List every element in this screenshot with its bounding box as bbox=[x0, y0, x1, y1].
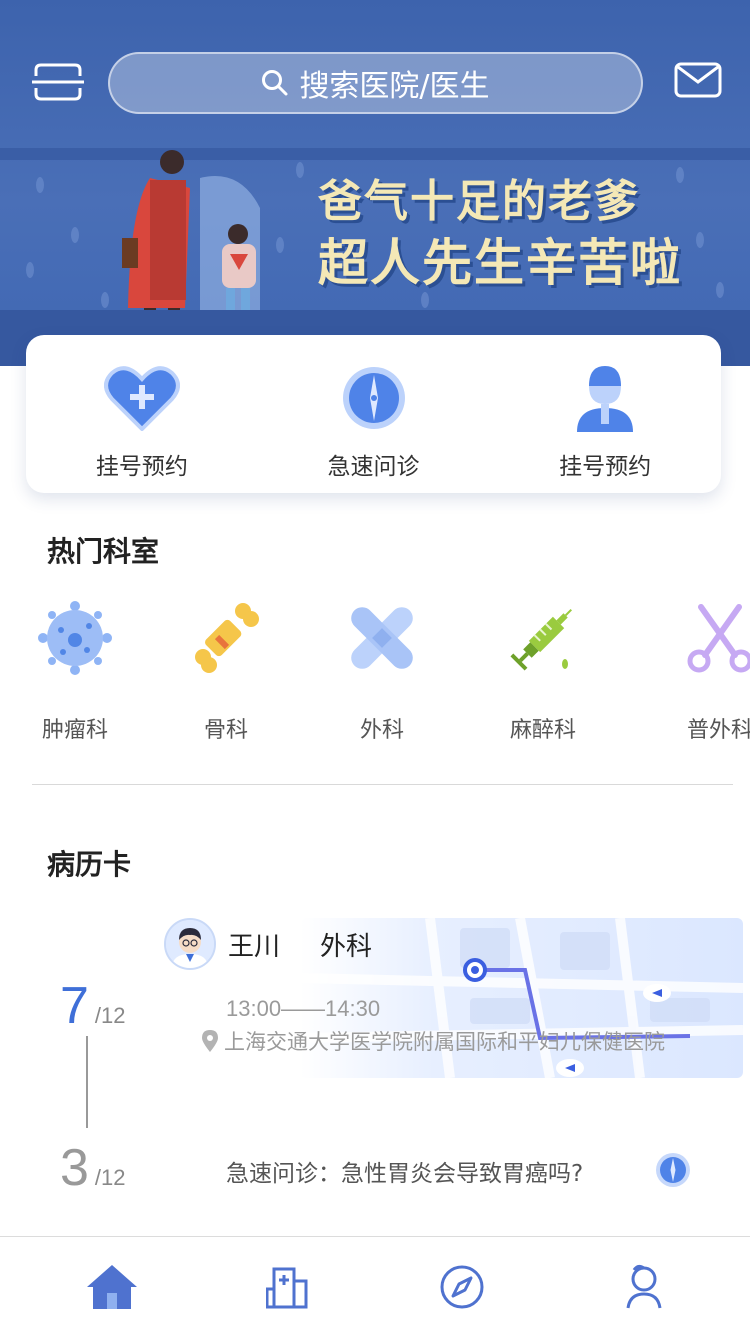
dept-label: 麻醉科 bbox=[509, 718, 576, 743]
mail-icon[interactable] bbox=[674, 62, 722, 98]
dept-label: 骨科 bbox=[203, 718, 248, 743]
tab-profile[interactable] bbox=[614, 1259, 674, 1315]
timeline-line bbox=[86, 1036, 88, 1128]
search-placeholder: 搜索医院/医生 bbox=[299, 69, 490, 104]
quick-action-appointment[interactable]: 挂号预约 bbox=[26, 335, 258, 493]
dept-label: 普外科 bbox=[686, 718, 750, 743]
search-input[interactable]: 搜索医院/医生 bbox=[108, 52, 643, 114]
record-location-text: 上海交通大学医学院附属国际和平妇儿保健医院 bbox=[224, 1030, 665, 1054]
dept-label: 肿瘤科 bbox=[41, 718, 108, 743]
compass-icon bbox=[440, 1265, 484, 1309]
compass-icon bbox=[336, 363, 412, 433]
virus-icon bbox=[35, 598, 115, 678]
doctor-dept: 外科 bbox=[320, 932, 373, 962]
tab-discover[interactable] bbox=[432, 1259, 492, 1315]
section-divider bbox=[32, 784, 733, 785]
tab-home[interactable] bbox=[82, 1259, 142, 1315]
quick-action-label: 急速问诊 bbox=[327, 454, 420, 480]
banner-headline: 爸气十足的老爹 超人先生辛苦啦 bbox=[318, 174, 682, 296]
dept-surgery[interactable]: 外科 bbox=[327, 598, 437, 744]
departments-row: 肿瘤科 骨科 外科 麻醉科 普外科 bbox=[0, 598, 750, 758]
dept-oncology[interactable]: 肿瘤科 bbox=[20, 598, 130, 744]
record-date: 7/12 bbox=[60, 976, 126, 1036]
doctor-avatar[interactable] bbox=[164, 918, 216, 970]
record-time: 13:00——14:30 bbox=[226, 996, 381, 1021]
quick-action-label: 挂号预约 bbox=[95, 454, 188, 480]
record-date: 3/12 bbox=[60, 1138, 126, 1198]
dept-label: 外科 bbox=[359, 718, 404, 743]
scissors-icon bbox=[680, 598, 750, 678]
doctor-icon bbox=[567, 363, 643, 433]
bone-icon bbox=[186, 598, 266, 678]
departments-title: 热门科室 bbox=[47, 535, 160, 568]
record-location: 上海交通大学医学院附属国际和平妇儿保健医院 bbox=[202, 1026, 665, 1056]
record-day: 7 bbox=[60, 977, 89, 1035]
record-day: 3 bbox=[60, 1139, 89, 1197]
records-title: 病历卡 bbox=[47, 848, 132, 881]
banner-line-2: 超人先生辛苦啦 bbox=[318, 234, 682, 292]
syringe-icon bbox=[503, 598, 583, 678]
quick-actions-card: 挂号预约 急速问诊 挂号预约 bbox=[26, 335, 721, 493]
record-month: /12 bbox=[94, 1165, 126, 1190]
hospital-icon bbox=[266, 1267, 308, 1309]
compass-icon[interactable] bbox=[655, 1152, 691, 1188]
quick-action-doctor[interactable]: 挂号预约 bbox=[489, 335, 721, 493]
home-icon bbox=[87, 1265, 137, 1309]
record-month: /12 bbox=[94, 1003, 126, 1028]
bottom-tab-bar bbox=[0, 1236, 750, 1334]
heart-plus-icon bbox=[103, 363, 180, 433]
dept-general-surgery[interactable]: 普外科 bbox=[665, 598, 750, 744]
quick-action-label: 挂号预约 bbox=[559, 454, 652, 480]
location-pin-icon bbox=[202, 1030, 218, 1052]
dept-orthopedics[interactable]: 骨科 bbox=[171, 598, 281, 744]
dept-anesthesia[interactable]: 麻醉科 bbox=[488, 598, 598, 744]
banner-line-1: 爸气十足的老爹 bbox=[318, 176, 640, 227]
bandage-icon bbox=[342, 598, 422, 678]
search-icon bbox=[262, 70, 288, 96]
doctor-name: 王川 bbox=[228, 932, 281, 962]
quick-action-consult[interactable]: 急速问诊 bbox=[258, 335, 490, 493]
header-hero: 搜索医院/医生 爸气十足的老爹 超人先生辛苦啦 bbox=[0, 0, 750, 366]
tab-hospital[interactable] bbox=[257, 1259, 317, 1315]
consult-record-text[interactable]: 急速问诊：急性胃炎会导致胃癌吗? bbox=[226, 1154, 583, 1188]
user-icon bbox=[626, 1264, 662, 1309]
scan-icon[interactable] bbox=[32, 62, 84, 102]
